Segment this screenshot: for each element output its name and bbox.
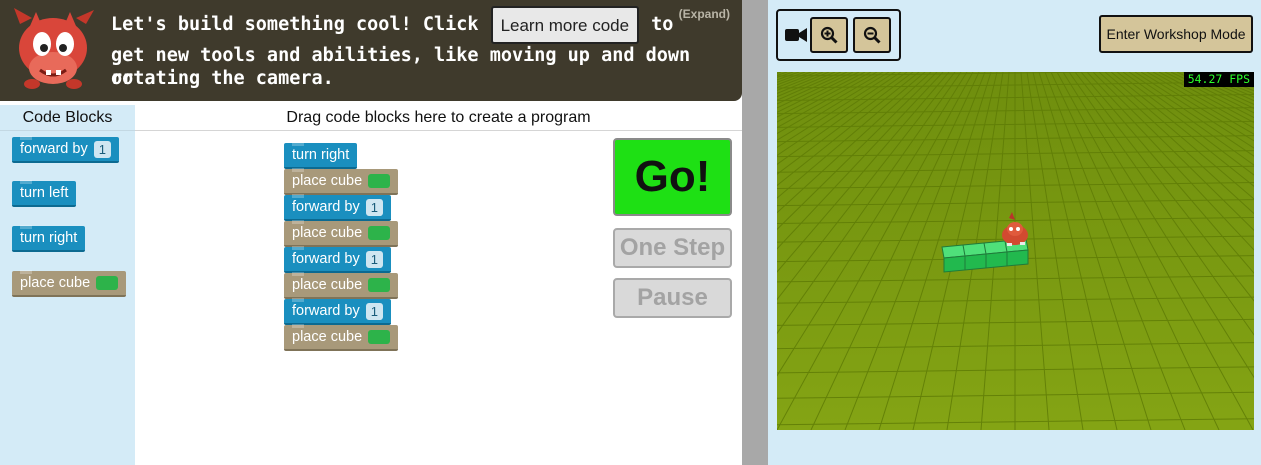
- block-label: forward by: [292, 251, 360, 267]
- program-place-cube-block[interactable]: place cube: [284, 324, 399, 351]
- cube-color-swatch[interactable]: [96, 276, 119, 290]
- scene-panel: Enter Workshop Mode 54.27 FPS: [768, 0, 1261, 465]
- cube-color-swatch[interactable]: [368, 174, 391, 188]
- block-number-input[interactable]: 1: [365, 250, 383, 268]
- block-label: forward by: [292, 199, 360, 215]
- program-forward-by-block[interactable]: forward by 1: [284, 246, 391, 273]
- instruction-line2: get new tools and abilities, like moving…: [111, 45, 691, 89]
- toolbox-turn-left-block[interactable]: turn left: [12, 180, 77, 207]
- block-label: place cube: [20, 275, 91, 291]
- instruction-line1-end: to: [651, 14, 674, 35]
- zoom-in-icon: [820, 26, 838, 44]
- block-label: turn right: [292, 147, 350, 163]
- program-forward-by-block[interactable]: forward by 1: [284, 194, 391, 221]
- panel-divider[interactable]: [742, 0, 768, 465]
- instruction-line3: rotating the camera.: [111, 68, 334, 89]
- zoom-in-button[interactable]: [810, 17, 848, 53]
- program-forward-by-block[interactable]: forward by 1: [284, 298, 391, 325]
- block-label: turn left: [20, 185, 69, 201]
- program-place-cube-block[interactable]: place cube: [284, 272, 399, 299]
- cube-color-swatch[interactable]: [368, 226, 391, 240]
- instruction-line1: Let's build something cool! Click: [111, 14, 479, 35]
- block-number-input[interactable]: 1: [365, 198, 383, 216]
- cube-color-swatch[interactable]: [368, 278, 391, 292]
- video-camera-icon[interactable]: [784, 23, 808, 47]
- program-place-cube-block[interactable]: place cube: [284, 168, 399, 195]
- block-number-input[interactable]: 1: [93, 140, 111, 158]
- enter-workshop-mode-button[interactable]: Enter Workshop Mode: [1099, 15, 1253, 53]
- fps-counter: 54.27 FPS: [1183, 72, 1254, 87]
- toolbox-turn-right-block[interactable]: turn right: [12, 225, 86, 252]
- block-label: place cube: [292, 277, 363, 293]
- 3d-viewport[interactable]: 54.27 FPS: [777, 72, 1254, 430]
- block-label: place cube: [292, 329, 363, 345]
- one-step-button[interactable]: One Step: [613, 228, 732, 268]
- zoom-out-button[interactable]: [853, 17, 891, 53]
- go-button[interactable]: Go!: [613, 138, 732, 216]
- program-place-cube-block[interactable]: place cube: [284, 220, 399, 247]
- block-number-input[interactable]: 1: [365, 302, 383, 320]
- pause-button[interactable]: Pause: [613, 278, 732, 318]
- program-turn-right-block[interactable]: turn right: [284, 142, 358, 169]
- code-blocks-toolbox: Code Blocks forward by 1 turn left turn …: [0, 105, 135, 465]
- block-label: forward by: [292, 303, 360, 319]
- learn-more-code-button[interactable]: Learn more code: [490, 6, 640, 44]
- toolbox-forward-by-block[interactable]: forward by 1: [12, 136, 119, 163]
- expand-link[interactable]: (Expand): [679, 7, 730, 21]
- toolbox-title: Code Blocks: [0, 105, 135, 131]
- zoom-out-icon: [863, 26, 881, 44]
- instruction-banner: Let's build something cool! Click Learn …: [0, 0, 742, 101]
- instruction-text: Let's build something cool! Click Learn …: [111, 6, 711, 90]
- ground-grid: [777, 72, 1254, 430]
- block-label: place cube: [292, 173, 363, 189]
- block-label: place cube: [292, 225, 363, 241]
- block-label: forward by: [20, 141, 88, 157]
- cube-color-swatch[interactable]: [368, 330, 391, 344]
- block-label: turn right: [20, 230, 78, 246]
- dragon-mascot-icon: [14, 8, 94, 89]
- camera-toolbar: [776, 9, 901, 61]
- toolbox-place-cube-block[interactable]: place cube: [12, 270, 127, 297]
- workspace-header: Drag code blocks here to create a progra…: [135, 105, 742, 131]
